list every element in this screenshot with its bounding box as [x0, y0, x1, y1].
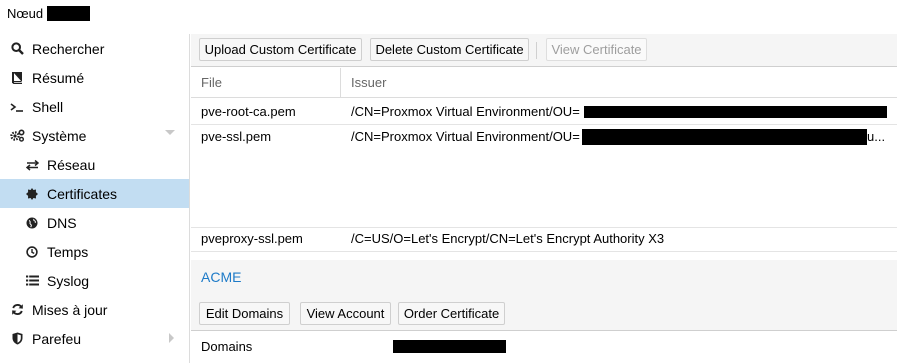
terminal-icon	[9, 101, 25, 113]
sidebar-item-syslog[interactable]: Syslog	[0, 266, 189, 295]
acme-section-title: ACME	[191, 260, 897, 295]
clock-icon	[24, 245, 40, 258]
domains-row: Domains	[191, 332, 897, 363]
acme-toolbar: Edit Domains View Account Order Certific…	[191, 295, 897, 331]
row-file: pve-ssl.pem	[201, 129, 272, 144]
node-label: Nœud	[7, 6, 44, 21]
sidebar-item-label: Réseau	[47, 156, 96, 173]
sidebar-item-label: Syslog	[47, 272, 90, 289]
sidebar-item-temps[interactable]: Temps	[0, 237, 189, 266]
sidebar-item-systeme[interactable]: Système	[0, 121, 189, 150]
refresh-icon	[9, 303, 25, 316]
search-icon	[9, 42, 25, 55]
sidebar-item-label: Temps	[47, 243, 89, 260]
sidebar-item-label: Parefeu	[32, 330, 82, 347]
sidebar-item-certificates[interactable]: Certificates	[0, 179, 189, 208]
sidebar-item-label: Système	[32, 127, 87, 144]
sidebar-item-label: Shell	[32, 98, 64, 115]
toolbar-separator	[536, 42, 537, 59]
book-icon	[9, 71, 25, 84]
view-certificate-button[interactable]: View Certificate	[546, 38, 647, 61]
order-certificate-button[interactable]: Order Certificate	[398, 302, 505, 325]
row-file: pveproxy-ssl.pem	[201, 231, 303, 246]
view-account-button[interactable]: View Account	[300, 302, 391, 325]
delete-custom-certificate-button[interactable]: Delete Custom Certificate	[370, 38, 529, 61]
collapse-arrow-icon[interactable]	[165, 130, 175, 135]
sidebar: Rechercher Résumé Shell Système Réseau C…	[0, 34, 190, 363]
list-icon	[24, 275, 40, 286]
shield-icon	[9, 332, 25, 345]
table-row[interactable]: pveproxy-ssl.pem /C=US/O=Let's Encrypt/C…	[191, 227, 897, 252]
issuer-redacted	[582, 129, 867, 145]
exchange-icon	[24, 159, 40, 171]
globe-icon	[24, 217, 40, 229]
domains-label: Domains	[201, 339, 253, 354]
edit-domains-button[interactable]: Edit Domains	[199, 302, 290, 325]
upload-custom-certificate-button[interactable]: Upload Custom Certificate	[199, 38, 362, 61]
row-file: pve-root-ca.pem	[201, 104, 296, 119]
certificates-panel: Upload Custom Certificate Delete Custom …	[191, 34, 897, 363]
certificate-icon	[24, 187, 40, 200]
sidebar-item-shell[interactable]: Shell	[0, 92, 189, 121]
sidebar-item-label: Mises à jour	[32, 301, 108, 318]
issuer-redacted	[584, 106, 887, 118]
certificates-toolbar: Upload Custom Certificate Delete Custom …	[191, 34, 897, 67]
column-header-file[interactable]: File	[191, 68, 341, 98]
sidebar-item-label: Rechercher	[32, 40, 105, 57]
sidebar-item-label: Certificates	[47, 185, 118, 202]
sidebar-item-parefeu[interactable]: Parefeu	[0, 324, 189, 353]
title-bar: Nœud	[0, 0, 897, 30]
row-issuer-ellipsis: u...	[867, 129, 886, 144]
column-header-issuer[interactable]: Issuer	[341, 68, 897, 98]
table-row[interactable]: pve-ssl.pem /CN=Proxmox Virtual Environm…	[191, 125, 897, 228]
sidebar-item-resume[interactable]: Résumé	[0, 63, 189, 92]
expand-arrow-icon[interactable]	[169, 333, 174, 343]
row-issuer: /CN=Proxmox Virtual Environment/OU=	[351, 104, 580, 119]
sidebar-item-dns[interactable]: DNS	[0, 208, 189, 237]
row-issuer: /CN=Proxmox Virtual Environment/OU=	[351, 129, 580, 144]
table-row[interactable]: pve-root-ca.pem /CN=Proxmox Virtual Envi…	[191, 100, 897, 125]
sidebar-item-rechercher[interactable]: Rechercher	[0, 34, 189, 63]
node-name-redacted	[47, 6, 90, 21]
sidebar-item-label: DNS	[47, 214, 77, 231]
sidebar-item-mises-a-jour[interactable]: Mises à jour	[0, 295, 189, 324]
row-issuer: /C=US/O=Let's Encrypt/CN=Let's Encrypt A…	[351, 231, 665, 246]
sidebar-item-reseau[interactable]: Réseau	[0, 150, 189, 179]
grid-header: File Issuer	[191, 68, 897, 98]
domains-value-redacted	[393, 340, 506, 353]
gears-icon	[9, 129, 25, 142]
sidebar-item-label: Résumé	[32, 69, 85, 86]
